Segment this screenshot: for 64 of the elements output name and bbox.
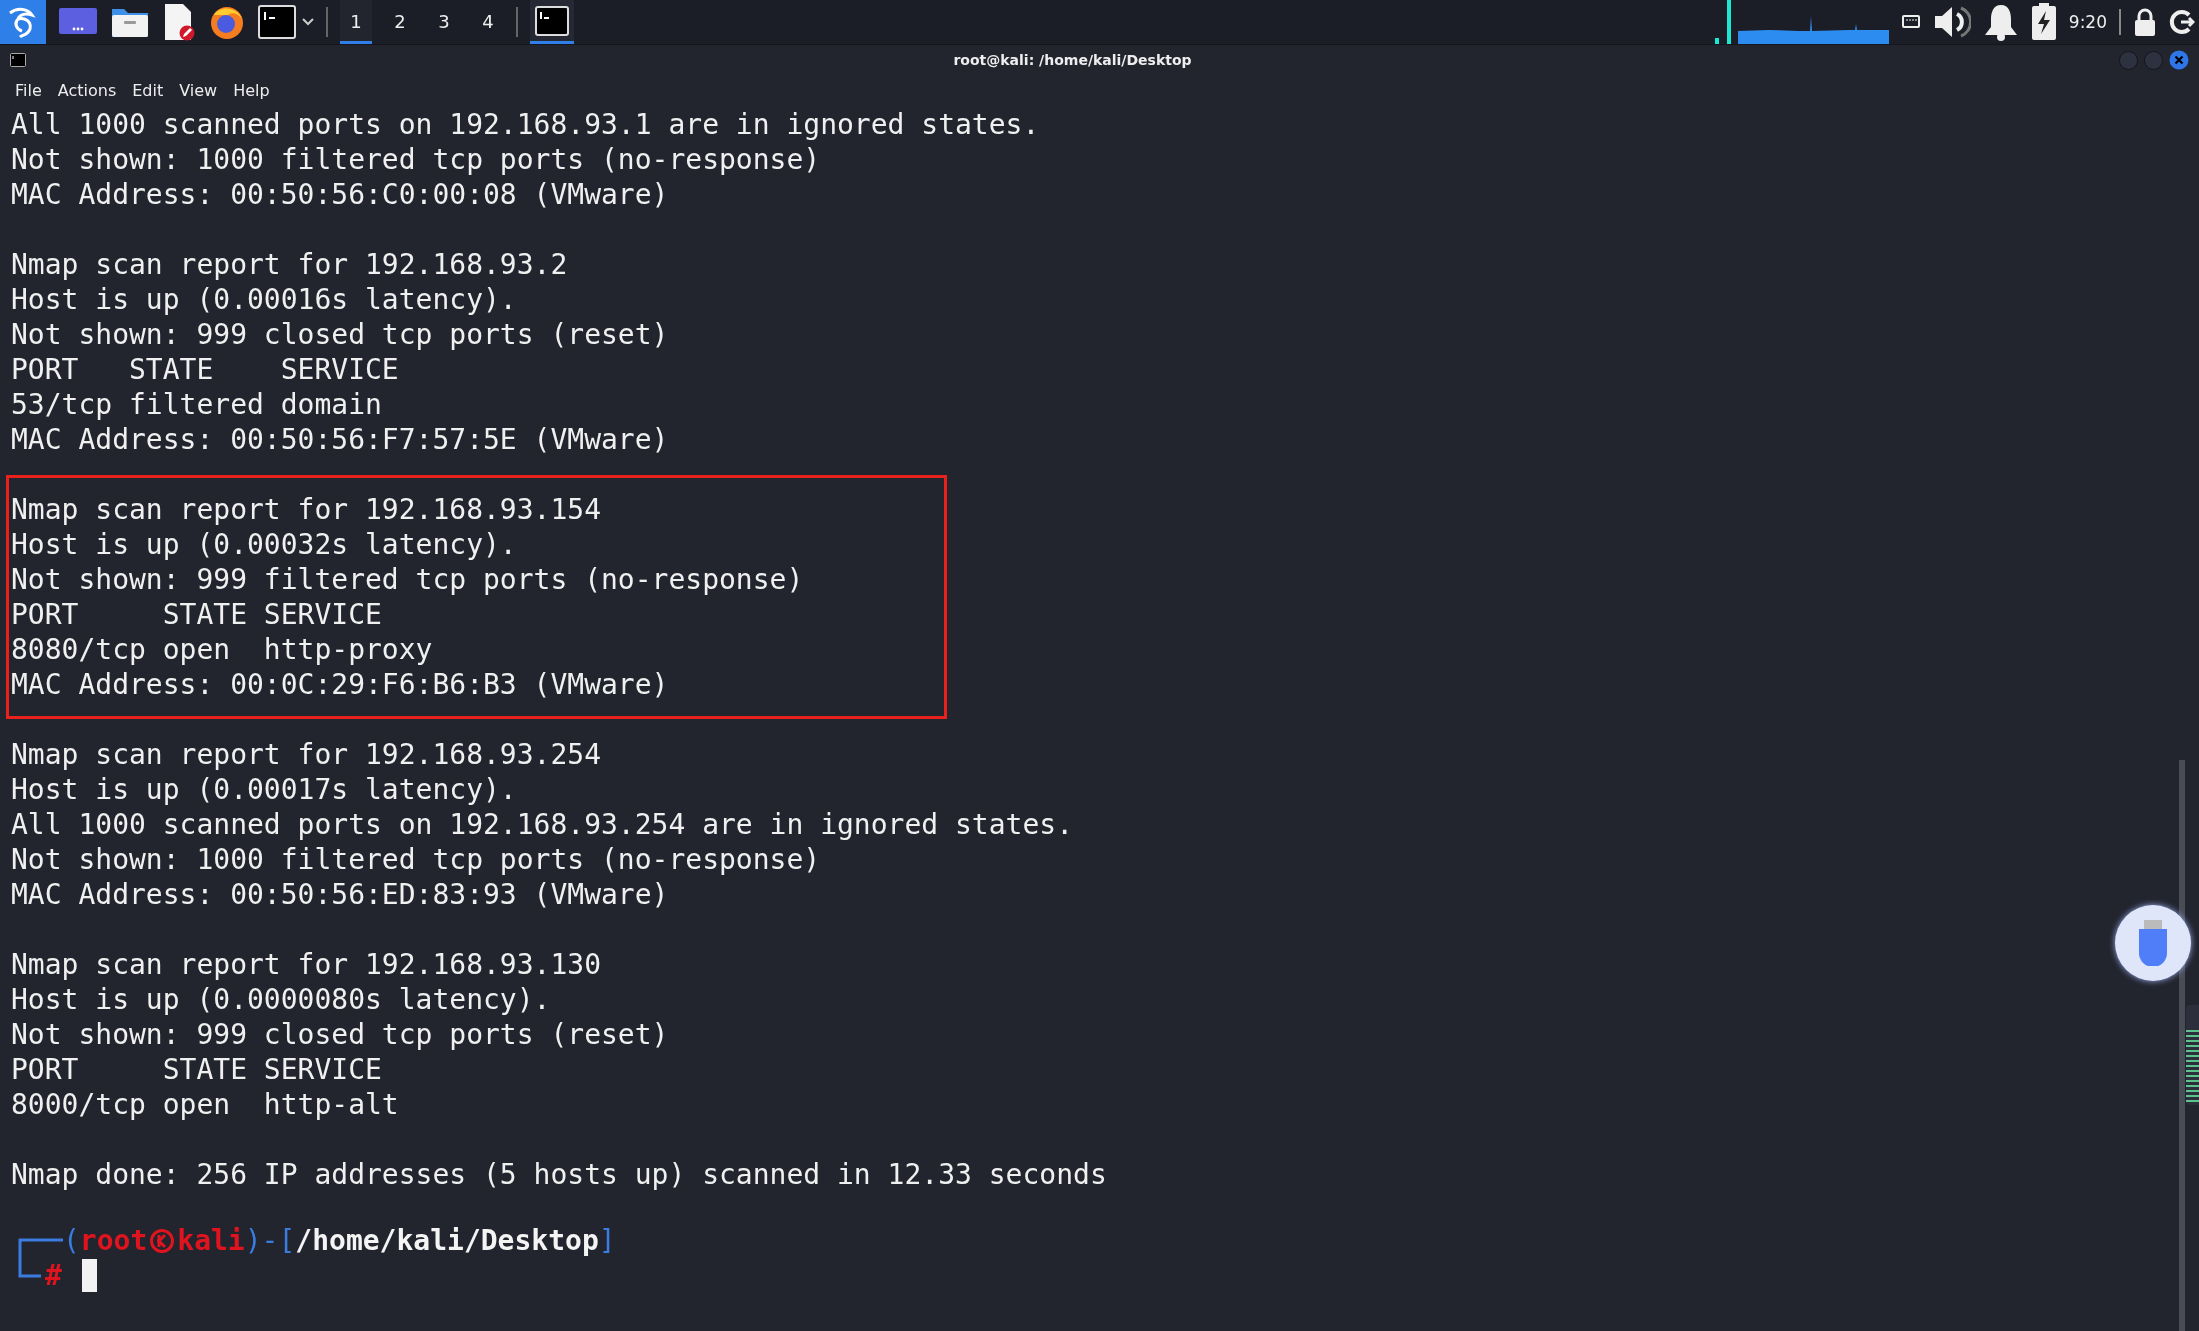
terminal-line: Nmap done: 256 IP addresses (5 hosts up) scanned in 12.33 seconds: [11, 1157, 1108, 1192]
close-button[interactable]: [2169, 50, 2189, 70]
terminal-line: PORT STATE SERVICE: [11, 597, 383, 632]
terminal-line: 8080/tcp open http-proxy: [11, 632, 434, 667]
terminal-line: Nmap scan report for 192.168.93.154: [11, 492, 602, 527]
clock[interactable]: 9:20: [2068, 12, 2107, 32]
scrollbar[interactable]: [2179, 760, 2185, 1331]
terminal-line: MAC Address: 00:50:56:F7:57:5E (VMware): [11, 422, 670, 457]
workspace-button[interactable]: 1: [340, 0, 372, 44]
text-cursor: [81, 1259, 97, 1292]
prompt-separator: )-[: [244, 1223, 296, 1258]
terminal-line: 53/tcp filtered domain: [11, 387, 383, 422]
menu-item[interactable]: Actions: [50, 80, 124, 100]
terminal-line: Not shown: 999 closed tcp ports (reset): [11, 1017, 670, 1052]
menu-item[interactable]: Edit: [125, 80, 171, 100]
terminal-line: Nmap scan report for 192.168.93.2: [11, 247, 569, 282]
prompt-user: root: [79, 1223, 148, 1258]
terminal-line: MAC Address: 00:0C:29:F6:B6:B3 (VMware): [11, 667, 670, 702]
workspace-button[interactable]: 2: [384, 0, 416, 44]
terminal-line: All 1000 scanned ports on 192.168.93.1 are in ignored states.: [11, 107, 1041, 142]
terminal-line: PORT STATE SERVICE: [11, 352, 400, 387]
terminal-line: PORT STATE SERVICE: [11, 1052, 383, 1087]
terminal-icon: [258, 5, 296, 39]
terminal-line: Nmap scan report for 192.168.93.130: [11, 947, 602, 982]
terminal-line: MAC Address: 00:50:56:C0:00:08 (VMware): [11, 177, 670, 212]
terminal-line: Host is up (0.00017s latency).: [11, 772, 518, 807]
prompt-path: /home/kali/Desktop: [295, 1223, 599, 1258]
usb-drive-widget[interactable]: [2115, 905, 2191, 981]
workspace-button[interactable]: 4: [472, 0, 504, 44]
menu-item[interactable]: File: [8, 80, 49, 100]
terminal-launcher-button[interactable]: [258, 5, 314, 39]
terminal-line: Host is up (0.00016s latency).: [11, 282, 518, 317]
terminal-icon: [535, 5, 569, 36]
circled-k-icon: [149, 1227, 176, 1254]
prompt-host: kali: [177, 1223, 245, 1258]
network-icon[interactable]: [1900, 14, 1921, 30]
usb-drive-icon: [2136, 920, 2170, 966]
app-menu-button[interactable]: [0, 0, 46, 44]
prompt-symbol: #: [45, 1258, 62, 1293]
taskbar-window-button[interactable]: [530, 0, 574, 44]
menu-item[interactable]: Help: [226, 80, 277, 100]
notification-bell-icon[interactable]: [1982, 3, 2019, 41]
logout-icon[interactable]: [2169, 7, 2195, 37]
window-title: root@kali: /home/kali/Desktop: [952, 52, 1193, 68]
workspace-button[interactable]: 3: [428, 0, 460, 44]
volume-icon[interactable]: [1932, 4, 1971, 40]
text-editor-icon[interactable]: [162, 3, 196, 41]
terminal-line: Not shown: 999 closed tcp ports (reset): [11, 317, 670, 352]
battery-charging-icon[interactable]: [2030, 3, 2057, 41]
terminal-line: Not shown: 1000 filtered tcp ports (no-response): [11, 842, 822, 877]
prompt-bracket: ]: [598, 1223, 616, 1258]
terminal-line: 8000/tcp open http-alt: [11, 1087, 400, 1122]
terminal-line: MAC Address: 00:50:56:ED:83:93 (VMware): [11, 877, 670, 912]
menu-item[interactable]: View: [172, 80, 225, 100]
caret-icon: [302, 18, 314, 26]
prompt-paren: (: [63, 1223, 80, 1258]
terminal-line: Not shown: 999 filtered tcp ports (no-response): [11, 562, 805, 597]
terminal-line: Host is up (0.00032s latency).: [11, 527, 518, 562]
terminal-line: Host is up (0.0000080s latency).: [11, 982, 552, 1017]
terminal-line: Nmap scan report for 192.168.93.254: [11, 737, 602, 772]
lock-icon[interactable]: [2133, 7, 2157, 37]
terminal-line: Not shown: 1000 filtered tcp ports (no-response): [11, 142, 822, 177]
terminal-line: All 1000 scanned ports on 192.168.93.254 are in ignored states.: [11, 807, 1075, 842]
terminal-icon: [10, 53, 26, 67]
